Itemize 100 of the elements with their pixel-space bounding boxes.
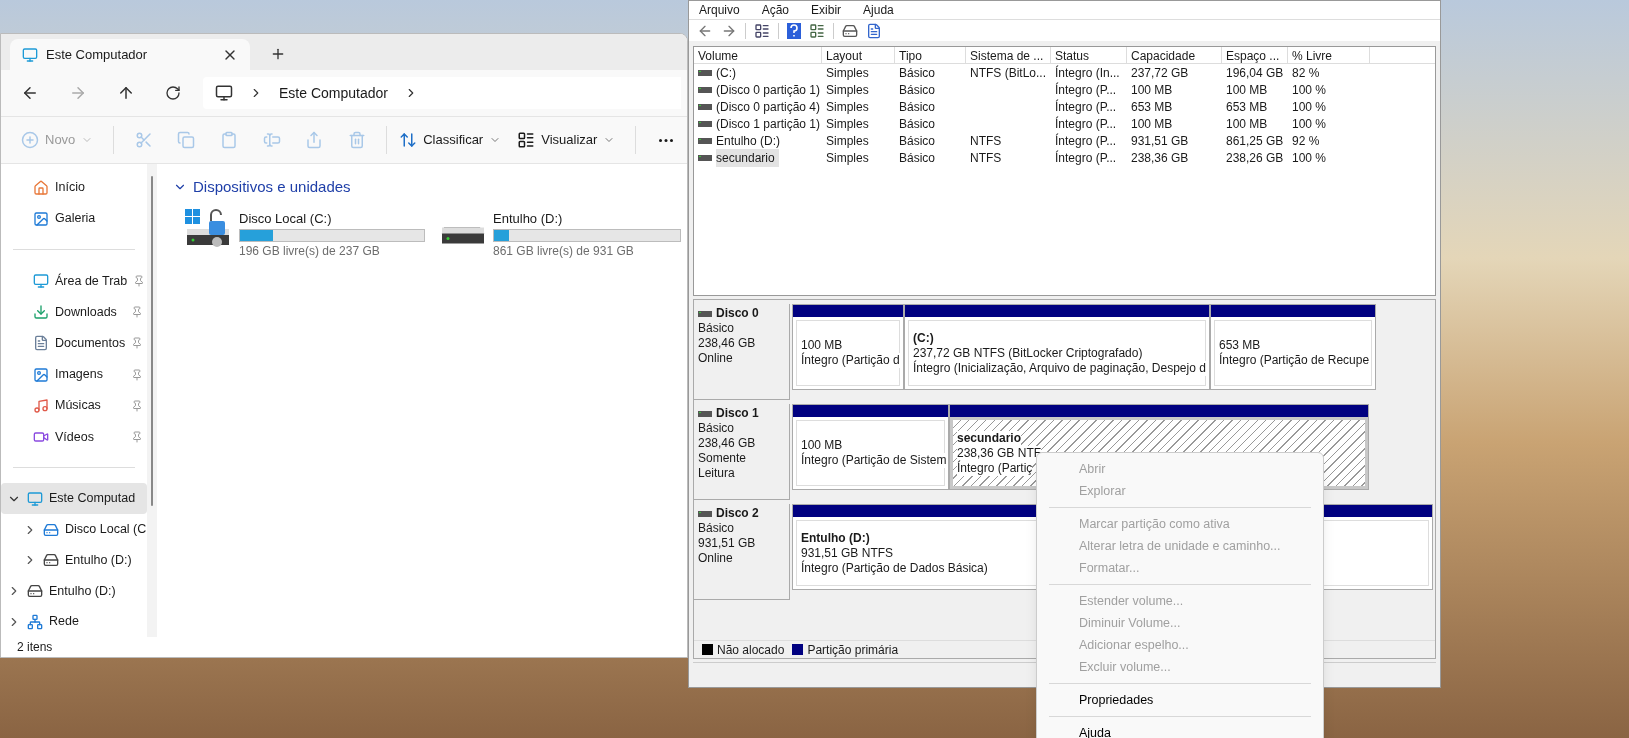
section-header[interactable]: Dispositivos e unidades <box>173 176 351 199</box>
sidebar-label: Vídeos <box>55 428 95 446</box>
new-tab-icon[interactable] <box>270 46 286 62</box>
partition-block[interactable]: 100 MB Íntegro (Partição de Sistem <box>792 404 949 490</box>
table-cell-text: Básico <box>899 149 937 167</box>
table-cell[interactable]: Entulho (D:) <box>716 131 785 150</box>
table-cell-text: 237,72 GB <box>1131 64 1190 82</box>
partition-detail: 237,72 GB NTFS (BitLocker Criptografado) <box>913 345 1143 361</box>
partition-block[interactable]: 653 MB Íntegro (Partição de Recupe <box>1210 304 1376 390</box>
tree-item[interactable]: Disco Local (C <box>1 514 147 545</box>
menu-item[interactable]: Ajuda <box>863 1 894 19</box>
table-cell-text: 100 MB <box>1226 115 1269 133</box>
refresh-icon[interactable] <box>165 85 181 101</box>
menu-item[interactable]: Exibir <box>811 1 842 19</box>
table-cell[interactable]: (Disco 1 partição 1) <box>716 114 825 133</box>
text-cursor-icon <box>262 131 281 149</box>
monitor-icon <box>27 490 43 507</box>
partition-title: secundario <box>957 430 1022 446</box>
sidebar-item[interactable]: Músicas <box>1 390 147 422</box>
pin-icon <box>131 430 143 443</box>
partition-block[interactable]: 100 MB Íntegro (Partição d <box>792 304 904 390</box>
drive-icon <box>43 552 59 569</box>
table-cell-text: Íntegro (P... <box>1055 115 1118 133</box>
table-cell-text: Básico <box>899 81 937 99</box>
tree-label: Entulho (D:) <box>49 582 117 600</box>
sidebar-item[interactable]: Área de Trab <box>1 265 147 297</box>
drive-icon[interactable] <box>842 22 858 39</box>
column-header[interactable]: Status <box>1051 47 1127 63</box>
menu-item[interactable]: Ação <box>761 1 790 19</box>
table-cell[interactable]: secundario <box>716 148 779 167</box>
plus-circle-icon <box>21 131 39 149</box>
column-header[interactable]: Sistema de ... <box>966 47 1051 63</box>
table-cell-text: 861,25 GB <box>1226 132 1285 150</box>
network-icon <box>27 613 43 630</box>
table-cell[interactable]: (Disco 0 partição 4) <box>716 97 825 116</box>
sidebar-item[interactable]: Documentos <box>1 327 147 359</box>
pin-icon <box>131 368 143 381</box>
tree-label: Este Computad <box>49 490 137 508</box>
table-cell-text: Íntegro (In... <box>1055 64 1121 82</box>
drive-tile[interactable]: Disco Local (C:) 196 GB livre(s) de 237 GB <box>185 209 425 260</box>
drive-tile[interactable]: Entulho (D:) 861 GB livre(s) de 931 GB <box>441 209 681 260</box>
table-cell-text: NTFS <box>970 132 1003 150</box>
table-cell-text: Simples <box>826 115 870 133</box>
column-header[interactable]: Volume <box>694 47 822 63</box>
address-bar[interactable]: Este Computador <box>203 77 681 109</box>
partition-detail: 931,51 GB NTFS <box>801 545 894 561</box>
column-header[interactable]: Espaço ... <box>1222 47 1288 63</box>
table-cell-text: Simples <box>826 149 870 167</box>
column-header[interactable]: Layout <box>822 47 895 63</box>
scrollbar-thumb[interactable] <box>151 176 153 506</box>
drive-name: Disco Local (C:) <box>239 210 333 229</box>
table-cell-text: 100 MB <box>1131 115 1174 133</box>
table-cell[interactable]: (C:) <box>716 63 740 82</box>
legend-label: Não alocado <box>717 641 785 659</box>
table-cell-text: 82 % <box>1292 64 1321 82</box>
tree-item[interactable]: Rede <box>1 606 147 637</box>
toolbar-button[interactable]: Classificar <box>395 124 506 156</box>
disk-type: Básico <box>698 421 736 436</box>
toolbar-button[interactable]: Visualizar <box>513 124 620 156</box>
menu-item[interactable]: Arquivo <box>699 1 740 19</box>
sidebar-item[interactable]: Galeria <box>1 203 147 235</box>
sidebar-item[interactable]: Vídeos <box>1 421 147 453</box>
table-cell-text: 92 % <box>1292 132 1321 150</box>
tree-item[interactable]: Este Computad <box>1 483 147 515</box>
disk-label-panel[interactable]: Disco 2 Básico 931,51 GB Online <box>694 504 790 600</box>
disk-label-panel[interactable]: Disco 1 Básico 238,46 GB Somente Leitura <box>694 404 790 500</box>
monitor-icon <box>215 84 233 102</box>
tree-label: Entulho (D:) <box>65 551 133 569</box>
partition-block[interactable]: (C:) 237,72 GB NTFS (BitLocker Criptografado) Íntegro (Inicialização, Arquivo de paginação, Despejo d <box>904 304 1210 390</box>
breadcrumb[interactable]: Este Computador <box>279 82 388 104</box>
table-cell-text: 653 MB <box>1131 98 1174 116</box>
section-title: Dispositivos e unidades <box>193 177 351 197</box>
tab[interactable]: Este Computador <box>10 39 250 70</box>
disk-label-panel[interactable]: Disco 0 Básico 238,46 GB Online <box>694 304 790 400</box>
help-icon[interactable] <box>787 22 801 39</box>
table-cell[interactable]: (Disco 0 partição 1) <box>716 80 825 99</box>
drive-free-space: 861 GB livre(s) de 931 GB <box>493 242 635 260</box>
sidebar-item[interactable]: Downloads <box>1 296 147 328</box>
list-icon <box>517 131 536 149</box>
partition-detail: Íntegro (Partição de Sistem <box>801 453 947 468</box>
sidebar-label: Início <box>55 179 86 197</box>
column-header[interactable]: Tipo <box>895 47 966 63</box>
sidebar-item[interactable]: Início <box>1 172 147 204</box>
tree-item[interactable]: Entulho (D:) <box>1 544 147 576</box>
sidebar-item[interactable]: Imagens <box>1 358 147 391</box>
pin-icon <box>131 337 144 350</box>
sidebar-label: Músicas <box>55 397 102 415</box>
table-cell-text: 196,04 GB <box>1226 64 1285 82</box>
table-cell-text: Íntegro (P... <box>1055 149 1118 167</box>
house-icon <box>33 179 49 196</box>
pin-icon <box>131 399 143 412</box>
table-cell-text: 238,36 GB <box>1131 149 1190 167</box>
menu-item[interactable]: Propriedades <box>1041 689 1319 711</box>
column-header[interactable]: Capacidade <box>1127 47 1222 63</box>
sidebar-label: Documentos <box>55 334 126 352</box>
music-note-icon <box>33 397 49 414</box>
locked-drive-icon <box>185 209 231 250</box>
table-cell-text: 100 % <box>1292 98 1328 116</box>
column-header[interactable]: % Livre <box>1288 47 1370 63</box>
tree-item[interactable]: Entulho (D:) <box>1 575 147 607</box>
